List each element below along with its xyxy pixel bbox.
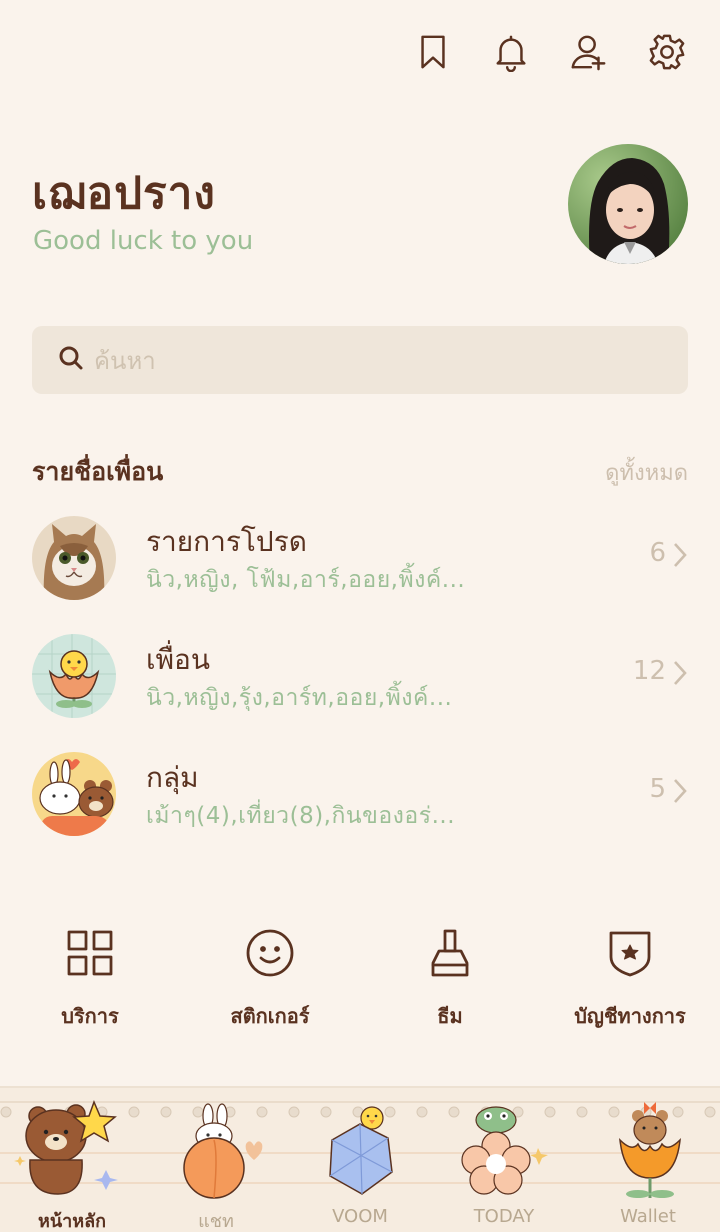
profile-name[interactable]: เฌอปราง [32, 158, 216, 228]
list-item-count: 5 [649, 774, 666, 804]
tab-voom[interactable]: VOOM [288, 1088, 432, 1232]
tab-label: แชท [198, 1211, 234, 1232]
tab-today[interactable]: TODAY [432, 1088, 576, 1232]
tab-label: หน้าหลัก [37, 1211, 107, 1232]
grid-icon [62, 924, 118, 982]
list-item-count: 6 [649, 538, 666, 568]
cony-peach-icon [183, 1103, 263, 1199]
bottom-tab-bar: หน้าหลัก แชท VOOM TODAY Wallet [0, 1086, 720, 1232]
profile-avatar[interactable] [568, 144, 688, 264]
stickers-button[interactable]: สติกเกอร์ [180, 924, 360, 1032]
list-item-friends[interactable]: เพื่อน นิว,หญิง,รุ้ง,อาร์ท,ออย,พิ้งค์...… [32, 634, 688, 724]
brown-bear-star-icon [14, 1099, 118, 1195]
chevron-right-icon [672, 540, 688, 570]
shield-star-icon [602, 924, 658, 982]
services-row: บริการ สติกเกอร์ ธีม บัญชีทางการ [0, 924, 720, 1032]
brush-icon [422, 924, 478, 982]
see-all-link[interactable]: ดูทั้งหมด [605, 455, 688, 490]
list-item-title: รายการโปรด [146, 525, 307, 558]
list-item-subtitle: นิว,หญิง,รุ้ง,อาร์ท,ออย,พิ้งค์... [146, 685, 453, 711]
search-input[interactable]: ค้นหา [32, 326, 688, 394]
list-item-favorites[interactable]: รายการโปรด นิว,หญิง, โฟ้ม,อาร์,ออย,พิ้งค… [32, 516, 688, 606]
list-item-subtitle: นิว,หญิง, โฟ้ม,อาร์,ออย,พิ้งค์... [146, 567, 466, 593]
tab-label: TODAY [473, 1206, 535, 1227]
friends-section-header: รายชื่อเพื่อน ดูทั้งหมด [32, 452, 688, 492]
list-item-count: 12 [632, 656, 666, 686]
official-accounts-label: บัญชีทางการ [574, 1004, 686, 1028]
bookmark-icon[interactable] [414, 30, 452, 74]
themes-button[interactable]: ธีม [360, 924, 540, 1032]
tab-chat[interactable]: แชท [144, 1088, 288, 1232]
leonard-flower-icon [461, 1106, 548, 1195]
search-placeholder: ค้นหา [94, 346, 156, 375]
cat-avatar-icon [32, 516, 116, 600]
sally-gem-icon [329, 1106, 393, 1195]
profile-status-message[interactable]: Good luck to you [33, 226, 253, 256]
top-toolbar [414, 30, 686, 74]
friends-section-title: รายชื่อเพื่อน [32, 457, 164, 486]
add-friend-icon[interactable] [570, 30, 608, 74]
list-item-subtitle: เม้าๆ(4),เที่ยว(8),กินของอร่... [146, 803, 456, 829]
list-item-title: เพื่อน [146, 643, 210, 676]
gear-icon[interactable] [648, 30, 686, 74]
official-accounts-button[interactable]: บัญชีทางการ [540, 924, 720, 1032]
list-item-title: กลุ่ม [146, 761, 199, 794]
chevron-right-icon [672, 776, 688, 806]
sally-flower-avatar-icon [32, 634, 116, 718]
smiley-icon [242, 924, 298, 982]
choco-tulip-icon [619, 1102, 681, 1198]
tab-label: VOOM [332, 1206, 388, 1227]
search-icon [58, 345, 84, 375]
stickers-label: สติกเกอร์ [230, 1004, 310, 1028]
services-button[interactable]: บริการ [0, 924, 180, 1032]
cony-brown-avatar-icon [32, 752, 116, 836]
tab-wallet[interactable]: Wallet [576, 1088, 720, 1232]
tab-label: Wallet [620, 1206, 676, 1227]
services-label: บริการ [61, 1004, 119, 1028]
list-item-groups[interactable]: กลุ่ม เม้าๆ(4),เที่ยว(8),กินของอร่... 5 [32, 752, 688, 842]
tab-home[interactable]: หน้าหลัก [0, 1088, 144, 1232]
bell-icon[interactable] [492, 30, 530, 74]
themes-label: ธีม [437, 1004, 463, 1028]
chevron-right-icon [672, 658, 688, 688]
